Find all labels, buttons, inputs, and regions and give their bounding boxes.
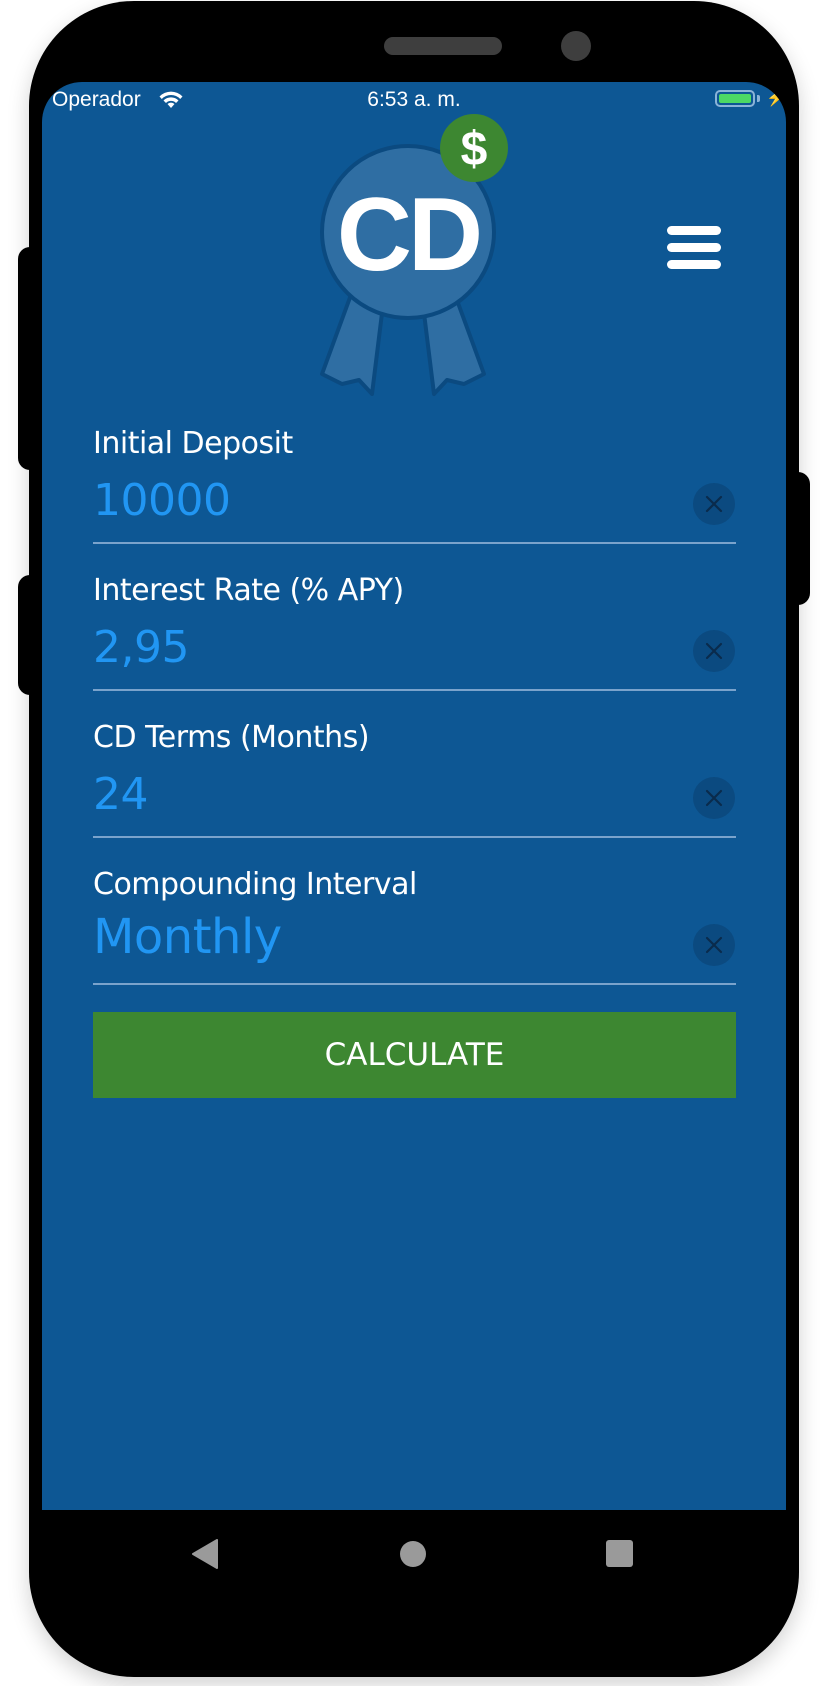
calculate-button[interactable]: CALCULATE xyxy=(93,1012,736,1098)
charging-icon: ⚡ xyxy=(766,90,786,107)
field-underline xyxy=(93,836,736,838)
cd-terms-field: CD Terms (Months) xyxy=(93,720,736,850)
menu-line xyxy=(667,225,721,235)
initial-deposit-input[interactable] xyxy=(93,472,653,528)
menu-line xyxy=(667,259,721,269)
status-time: 6:53 a. m. xyxy=(367,88,461,111)
logo-text: CD xyxy=(337,177,479,293)
android-nav-bar xyxy=(29,1510,799,1600)
clear-initial-deposit-button[interactable] xyxy=(693,483,735,525)
initial-deposit-field: Initial Deposit xyxy=(93,426,736,556)
menu-line xyxy=(667,242,721,252)
field-label: Initial Deposit xyxy=(93,426,293,461)
app-screen: Operador 6:53 a. m. ⚡ CD $ Initial Depos… xyxy=(42,82,786,1510)
field-label: CD Terms (Months) xyxy=(93,720,370,755)
clear-cd-terms-button[interactable] xyxy=(693,777,735,819)
close-icon xyxy=(705,495,723,513)
clear-interest-rate-button[interactable] xyxy=(693,630,735,672)
interest-rate-input[interactable] xyxy=(93,619,653,675)
field-underline xyxy=(93,542,736,544)
hamburger-menu-icon[interactable] xyxy=(662,222,726,272)
battery-icon xyxy=(715,90,755,107)
back-triangle-icon[interactable] xyxy=(191,1539,219,1569)
app-logo: CD $ xyxy=(320,114,508,396)
close-icon xyxy=(705,789,723,807)
compounding-interval-select[interactable] xyxy=(93,909,653,965)
front-camera xyxy=(561,31,591,61)
compounding-interval-field: Compounding Interval xyxy=(93,867,736,997)
field-label: Compounding Interval xyxy=(93,867,417,902)
close-icon xyxy=(705,936,723,954)
field-label: Interest Rate (% APY) xyxy=(93,573,404,608)
clear-compounding-interval-button[interactable] xyxy=(693,924,735,966)
field-underline xyxy=(93,689,736,691)
dollar-icon: $ xyxy=(461,123,488,176)
close-icon xyxy=(705,642,723,660)
battery-tip xyxy=(757,95,760,102)
recents-square-icon[interactable] xyxy=(606,1540,633,1567)
field-underline xyxy=(93,983,736,985)
home-circle-icon[interactable] xyxy=(400,1541,426,1567)
battery-fill xyxy=(719,94,751,103)
cd-terms-input[interactable] xyxy=(93,766,653,822)
speaker-grille xyxy=(384,37,502,55)
interest-rate-field: Interest Rate (% APY) xyxy=(93,573,736,703)
